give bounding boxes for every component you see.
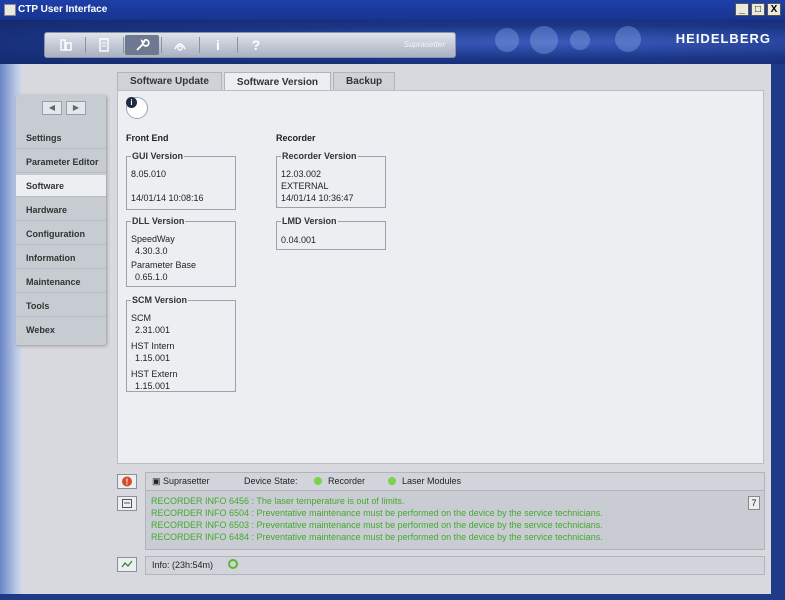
window-controls: _ □ X — [735, 3, 781, 16]
sidebar-back-icon[interactable]: ◀ — [42, 101, 62, 115]
hst-extern-label: HST Extern — [131, 369, 178, 379]
dll-version-legend: DLL Version — [131, 216, 186, 226]
gui-version-value: 8.05.010 — [131, 169, 167, 179]
toolbar-separator — [237, 37, 238, 53]
version-info-icon: i — [126, 97, 148, 119]
lmd-version-value: 0.04.001 — [281, 235, 317, 245]
wrench-icon[interactable] — [125, 35, 159, 55]
hst-intern-value: 1.15.001 — [135, 353, 171, 363]
message-count-badge: 7 — [748, 496, 760, 510]
settings-sidebar: ◀ ▶ Settings Parameter Editor Software H… — [16, 95, 106, 345]
tab-backup[interactable]: Backup — [333, 72, 396, 90]
sidebar-item-configuration[interactable]: Configuration — [16, 223, 106, 245]
scm-label: SCM — [131, 313, 151, 323]
refresh-icon[interactable] — [228, 559, 238, 569]
toolbar-separator — [123, 37, 124, 53]
front-end-title: Front End — [126, 133, 169, 143]
decor-bubble — [615, 26, 641, 52]
alert-button[interactable]: ! — [117, 474, 137, 489]
device-icon[interactable] — [49, 35, 83, 55]
tab-software-version[interactable]: Software Version — [223, 72, 332, 91]
window-titlebar: CTP User Interface _ □ X — [0, 0, 785, 20]
app-icon — [4, 4, 16, 16]
gui-version-date: 14/01/14 10:08:16 — [131, 193, 204, 203]
sidebar-item-settings[interactable]: Settings — [16, 127, 106, 149]
sidebar-item-software[interactable]: Software — [16, 175, 106, 197]
info-bar: Info: (23h:54m) — [145, 556, 765, 575]
sidebar-item-hardware[interactable]: Hardware — [16, 199, 106, 221]
maximize-button[interactable]: □ — [751, 3, 765, 16]
dll-version-group: DLL Version SpeedWay 4.30.3.0 Parameter … — [126, 216, 236, 287]
svg-text:!: ! — [126, 478, 129, 487]
recorder-version-date: 14/01/14 10:36:47 — [281, 193, 354, 203]
sidebar-item-parameter-editor[interactable]: Parameter Editor — [16, 151, 106, 173]
speedway-value: 4.30.3.0 — [135, 246, 168, 256]
decor-bubble — [530, 26, 558, 54]
product-name: Suprasetter — [403, 40, 445, 49]
lmd-version-group: LMD Version 0.04.001 — [276, 216, 386, 250]
hst-extern-value: 1.15.001 — [135, 381, 171, 391]
device-icon-small: ▣ — [152, 476, 161, 486]
main-toolbar: i ? Suprasetter — [44, 32, 456, 58]
laser-status-led — [388, 477, 396, 485]
decor-bubble — [495, 28, 519, 52]
help-icon[interactable]: ? — [239, 35, 273, 55]
laser-status-label: Laser Modules — [402, 476, 462, 486]
toolbar-separator — [85, 37, 86, 53]
gui-version-legend: GUI Version — [131, 151, 185, 161]
sidebar-forward-icon[interactable]: ▶ — [66, 101, 86, 115]
recorder-version-value: 12.03.002 — [281, 169, 322, 179]
minimize-button[interactable]: _ — [735, 3, 749, 16]
parameter-base-label: Parameter Base — [131, 260, 197, 270]
recorder-version-legend: Recorder Version — [281, 151, 358, 161]
speedway-label: SpeedWay — [131, 234, 175, 244]
info-text: Info: (23h:54m) — [152, 560, 214, 570]
toolbar-separator — [199, 37, 200, 53]
recorder-mode: EXTERNAL — [281, 181, 329, 191]
sidebar-item-tools[interactable]: Tools — [16, 295, 106, 317]
recorder-status-label: Recorder — [328, 476, 366, 486]
scm-value: 2.31.001 — [135, 325, 171, 335]
recorder-status-led — [314, 477, 322, 485]
graph-button[interactable] — [117, 557, 137, 572]
sidebar-item-information[interactable]: Information — [16, 247, 106, 269]
hst-intern-label: HST Intern — [131, 341, 175, 351]
info-icon[interactable]: i — [201, 35, 235, 55]
job-icon[interactable] — [87, 35, 121, 55]
close-button[interactable]: X — [767, 3, 781, 16]
sidebar-item-webex[interactable]: Webex — [16, 319, 106, 341]
message-log-button[interactable] — [117, 496, 137, 511]
scm-version-group: SCM Version SCM 2.31.001 HST Intern 1.15… — [126, 295, 236, 392]
decor-bubble — [570, 30, 590, 50]
tab-software-update[interactable]: Software Update — [117, 72, 222, 90]
message-item: RECORDER INFO 6484 : Preventative mainte… — [151, 532, 603, 542]
brand-logo: HEIDELBERG — [675, 31, 771, 46]
device-name: Suprasetter — [163, 476, 210, 486]
sidebar-nav: ◀ ▶ — [42, 101, 86, 115]
parameter-base-value: 0.65.1.0 — [135, 272, 168, 282]
recorder-title: Recorder — [276, 133, 316, 143]
gui-version-group: GUI Version 8.05.010 14/01/14 10:08:16 — [126, 151, 236, 210]
recorder-version-group: Recorder Version 12.03.002 EXTERNAL 14/0… — [276, 151, 386, 208]
sidebar-item-maintenance[interactable]: Maintenance — [16, 271, 106, 293]
message-list[interactable]: RECORDER INFO 6456 : The laser temperatu… — [145, 490, 765, 550]
window-title: CTP User Interface — [18, 4, 108, 15]
lmd-version-legend: LMD Version — [281, 216, 338, 226]
message-item: RECORDER INFO 6504 : Preventative mainte… — [151, 508, 603, 518]
scm-version-legend: SCM Version — [131, 295, 189, 305]
device-state-label: Device State: — [244, 476, 298, 486]
message-item: RECORDER INFO 6503 : Preventative mainte… — [151, 520, 603, 530]
maintenance-icon[interactable] — [163, 35, 197, 55]
tab-bar: Software Update Software Version Backup — [117, 72, 397, 91]
toolbar-separator — [161, 37, 162, 53]
message-item: RECORDER INFO 6456 : The laser temperatu… — [151, 496, 405, 506]
device-status-bar: ▣ Suprasetter Device State: Recorder Las… — [145, 472, 765, 491]
info-badge-icon: i — [126, 97, 137, 108]
